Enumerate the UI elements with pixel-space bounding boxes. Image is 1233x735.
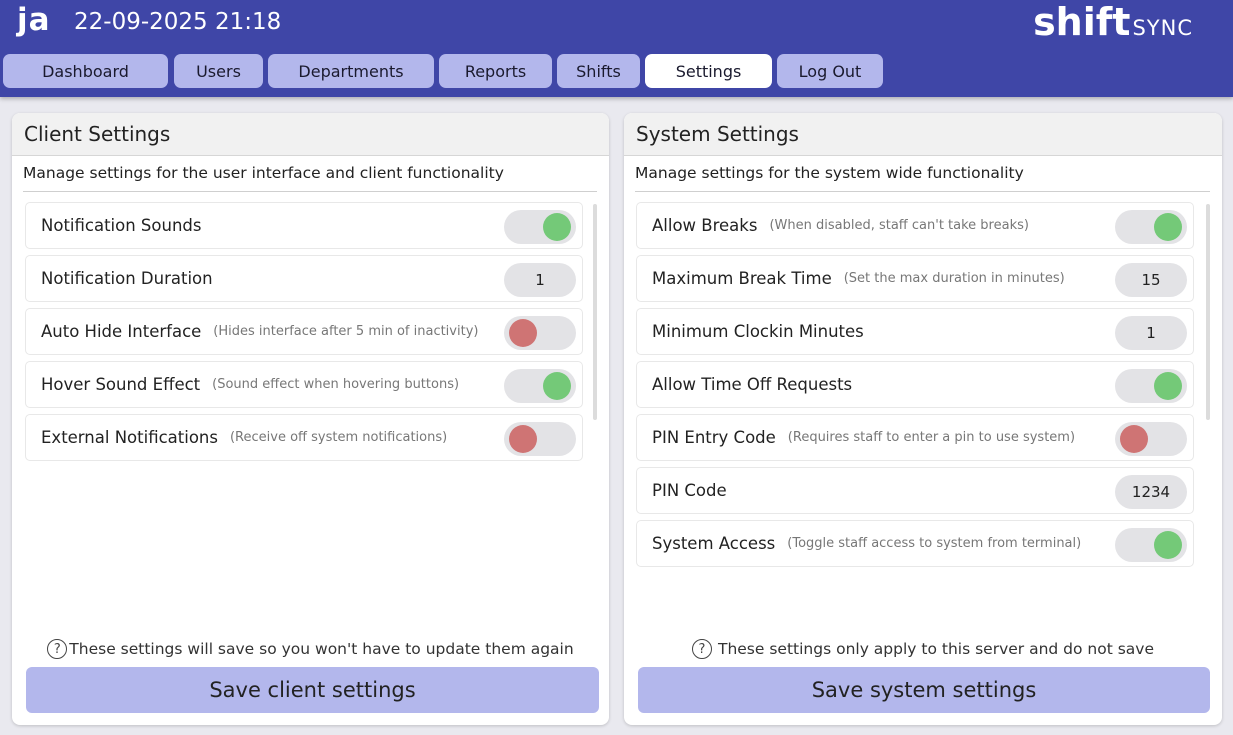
note-text: These settings will save so you won't ha… (69, 640, 574, 658)
toggle-knob (1120, 425, 1148, 453)
hover-sound-effect-toggle[interactable] (504, 369, 576, 403)
brand-logo: shiftSYNC (1033, 0, 1193, 44)
toggle-knob (543, 213, 571, 241)
setting-pin-entry-code: PIN Entry Code (Requires staff to enter … (636, 414, 1194, 461)
brand-sub-text: SYNC (1132, 16, 1193, 40)
toggle-knob (509, 425, 537, 453)
client-settings-note: ? These settings will save so you won't h… (12, 639, 609, 659)
setting-label: Auto Hide Interface (41, 322, 202, 341)
toggle-knob (1154, 531, 1182, 559)
setting-allow-time-off-requests: Allow Time Off Requests (636, 361, 1194, 408)
maximum-break-time-input[interactable]: 15 (1115, 263, 1187, 297)
setting-hover-sound-effect: Hover Sound Effect (Sound effect when ho… (25, 361, 583, 408)
current-datetime: 22-09-2025 21:18 (74, 9, 282, 35)
tab-dashboard[interactable]: Dashboard (3, 54, 168, 88)
setting-external-notifications: External Notifications (Receive off syst… (25, 414, 583, 461)
app-header: ja 22-09-2025 21:18 shiftSYNC Dashboard … (0, 0, 1233, 97)
panel-description: Manage settings for the user interface a… (23, 164, 597, 192)
save-client-settings-button[interactable]: Save client settings (26, 667, 599, 713)
panel-description: Manage settings for the system wide func… (635, 164, 1210, 192)
allow-breaks-toggle[interactable] (1115, 210, 1187, 244)
panel-title: System Settings (624, 113, 1222, 156)
setting-hint: (Hides interface after 5 min of inactivi… (213, 324, 479, 339)
note-text: These settings only apply to this server… (717, 640, 1155, 658)
save-system-settings-button[interactable]: Save system settings (638, 667, 1210, 713)
help-circle-icon: ? (47, 639, 68, 659)
minimum-clockin-minutes-input[interactable]: 1 (1115, 316, 1187, 350)
setting-label: Allow Time Off Requests (652, 375, 853, 394)
client-settings-scrollbar[interactable] (593, 204, 597, 420)
client-settings-panel: Client Settings Manage settings for the … (12, 113, 609, 725)
toggle-knob (543, 372, 571, 400)
setting-label: System Access (652, 534, 776, 553)
setting-hint: (Sound effect when hovering buttons) (212, 377, 460, 392)
system-settings-panel: System Settings Manage settings for the … (624, 113, 1222, 725)
setting-minimum-clockin-minutes: Minimum Clockin Minutes 1 (636, 308, 1194, 355)
setting-label: Minimum Clockin Minutes (652, 322, 864, 341)
panel-title: Client Settings (12, 113, 609, 156)
setting-label: PIN Entry Code (652, 428, 776, 447)
toggle-knob (1154, 213, 1182, 241)
pin-code-input[interactable]: 1234 (1115, 475, 1187, 509)
user-initials-logo: ja (17, 2, 51, 38)
setting-pin-code: PIN Code 1234 (636, 467, 1194, 514)
system-access-toggle[interactable] (1115, 528, 1187, 562)
allow-time-off-requests-toggle[interactable] (1115, 369, 1187, 403)
setting-hint: (Receive off system notifications) (229, 430, 448, 445)
setting-label: PIN Code (652, 481, 727, 500)
tab-shifts[interactable]: Shifts (557, 54, 640, 88)
tab-settings[interactable]: Settings (645, 54, 772, 88)
setting-allow-breaks: Allow Breaks (When disabled, staff can't… (636, 202, 1194, 249)
pin-entry-code-toggle[interactable] (1115, 422, 1187, 456)
brand-main-text: shift (1033, 0, 1131, 44)
tab-reports[interactable]: Reports (439, 54, 552, 88)
setting-hint: (Requires staff to enter a pin to use sy… (787, 430, 1076, 445)
setting-hint: (Set the max duration in minutes) (843, 271, 1065, 286)
notification-sounds-toggle[interactable] (504, 210, 576, 244)
setting-label: Maximum Break Time (652, 269, 832, 288)
tab-users[interactable]: Users (174, 54, 263, 88)
toggle-knob (509, 319, 537, 347)
setting-label: External Notifications (41, 428, 218, 447)
setting-system-access: System Access (Toggle staff access to sy… (636, 520, 1194, 567)
setting-notification-sounds: Notification Sounds (25, 202, 583, 249)
setting-label: Notification Sounds (41, 216, 202, 235)
external-notifications-toggle[interactable] (504, 422, 576, 456)
setting-notification-duration: Notification Duration 1 (25, 255, 583, 302)
setting-hint: (Toggle staff access to system from term… (787, 536, 1082, 551)
tab-log-out[interactable]: Log Out (777, 54, 883, 88)
toggle-knob (1154, 372, 1182, 400)
system-settings-note: ? These settings only apply to this serve… (624, 639, 1222, 659)
setting-label: Allow Breaks (652, 216, 758, 235)
notification-duration-input[interactable]: 1 (504, 263, 576, 297)
setting-label: Hover Sound Effect (41, 375, 201, 394)
setting-label: Notification Duration (41, 269, 213, 288)
help-circle-icon: ? (691, 639, 712, 659)
system-settings-scrollbar[interactable] (1206, 204, 1210, 420)
setting-auto-hide-interface: Auto Hide Interface (Hides interface aft… (25, 308, 583, 355)
setting-hint: (When disabled, staff can't take breaks) (769, 218, 1029, 233)
auto-hide-interface-toggle[interactable] (504, 316, 576, 350)
setting-maximum-break-time: Maximum Break Time (Set the max duration… (636, 255, 1194, 302)
tab-departments[interactable]: Departments (268, 54, 434, 88)
